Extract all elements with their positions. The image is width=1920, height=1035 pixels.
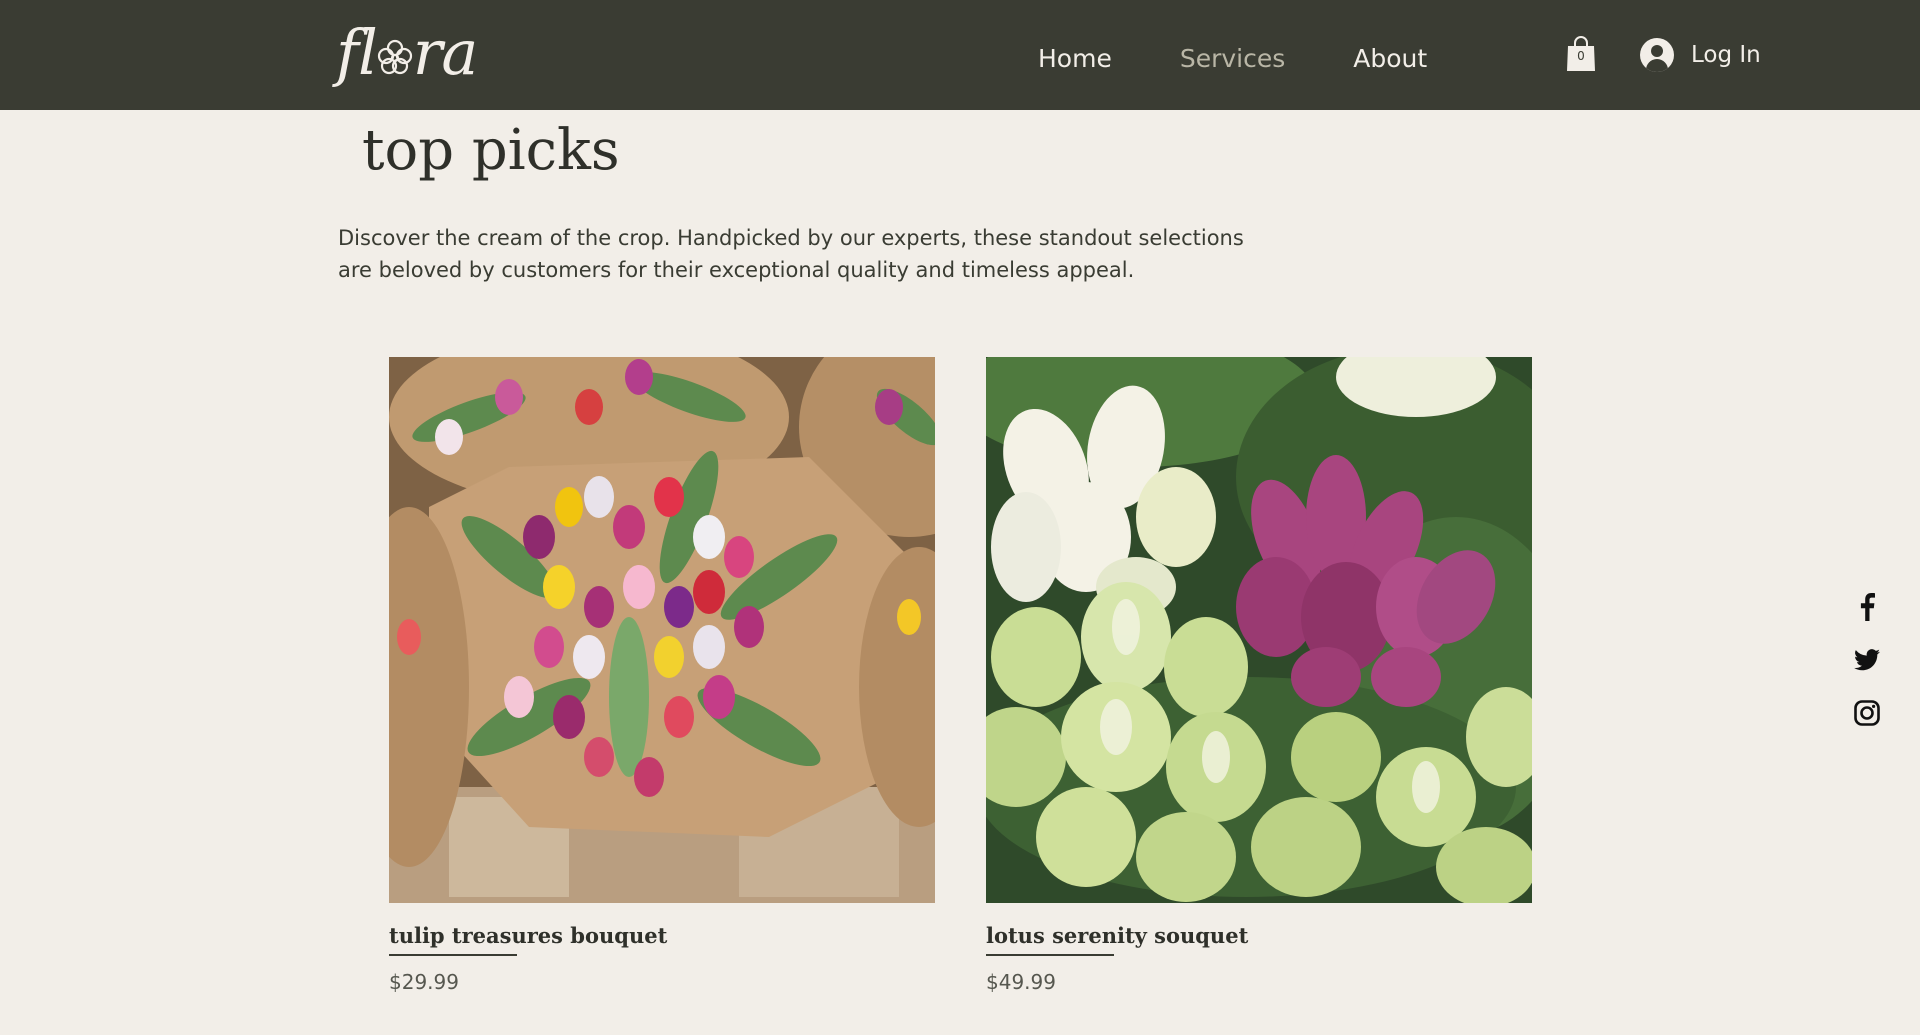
site-logo[interactable]: fl ra [336, 12, 478, 92]
product-card[interactable]: lotus serenity souquet $49.99 [986, 357, 1532, 994]
description-line-1: Discover the cream of the crop. Handpick… [338, 226, 1244, 250]
social-bar [1852, 592, 1882, 751]
facebook-icon[interactable] [1852, 592, 1882, 622]
product-name[interactable]: lotus serenity souquet [986, 923, 1532, 948]
description-line-2: are beloved by customers for their excep… [338, 258, 1135, 282]
product-image-lotus[interactable] [986, 357, 1532, 903]
instagram-icon[interactable] [1852, 698, 1882, 728]
page-title: top picks [362, 118, 620, 183]
user-avatar-icon [1640, 38, 1674, 72]
login-button[interactable]: Log In [1640, 38, 1761, 72]
page-description: Discover the cream of the crop. Handpick… [338, 222, 1258, 286]
nav-about[interactable]: About [1353, 44, 1427, 73]
site-header: fl ra Home Services About 0 Log In [0, 0, 1920, 110]
twitter-icon[interactable] [1852, 645, 1882, 675]
main-nav: Home Services About [1038, 44, 1495, 73]
nav-services[interactable]: Services [1180, 44, 1285, 73]
nav-home[interactable]: Home [1038, 44, 1112, 73]
login-label: Log In [1691, 42, 1761, 68]
product-image-tulips[interactable] [389, 357, 935, 903]
cart-button[interactable]: 0 [1566, 36, 1596, 72]
product-name-underline [389, 954, 517, 956]
product-card[interactable]: tulip treasures bouquet $29.99 [389, 357, 935, 994]
product-name[interactable]: tulip treasures bouquet [389, 923, 935, 948]
product-price: $29.99 [389, 970, 459, 994]
product-name-underline [986, 954, 1114, 956]
logo-text: fl ra [336, 15, 478, 89]
product-price: $49.99 [986, 970, 1056, 994]
flower-logo-icon [377, 40, 412, 75]
cart-count: 0 [1577, 49, 1585, 63]
